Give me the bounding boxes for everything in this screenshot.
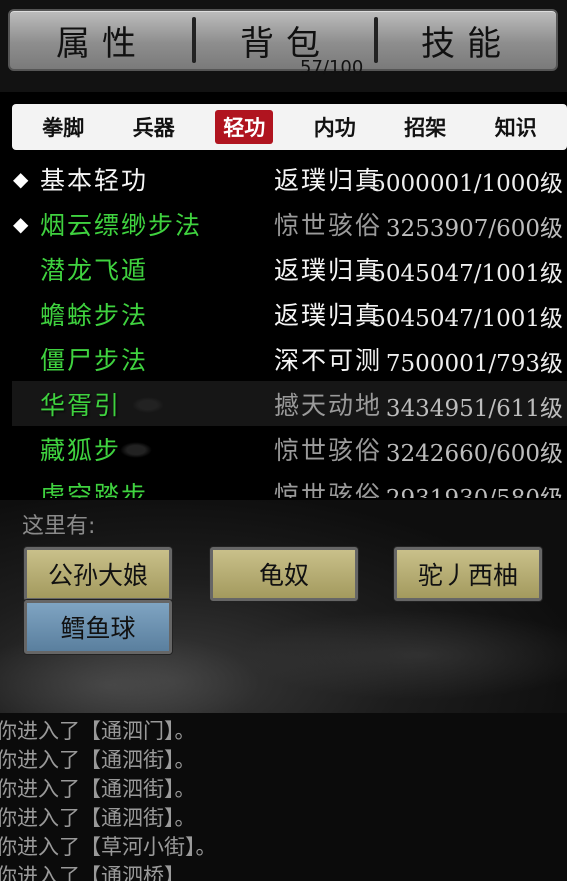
skill-category-bar: 拳脚 兵器 轻功 内功 招架 知识	[12, 104, 567, 150]
skill-level-name: 返璞归真	[274, 301, 383, 330]
category-weapon[interactable]: 兵器	[125, 110, 183, 144]
log-line: 你进入了【通泗街】。	[0, 806, 196, 830]
skill-row[interactable]: 虚空踏步 惊世骇俗 2931930/580级	[0, 471, 567, 498]
log-line: 你进入了【通泗门】。	[0, 719, 196, 743]
skill-progress: 3253907/600级	[385, 216, 563, 242]
skill-row-selected[interactable]: 华胥引 撼天动地 3434951/611级	[12, 381, 567, 426]
equipped-diamond-icon: ◆	[13, 212, 29, 236]
npc-button[interactable]: 驼丿西柚	[394, 547, 542, 601]
smoke-decoration	[240, 610, 567, 700]
skill-level-name: 惊世骇俗	[274, 211, 383, 240]
skill-level-name: 惊世骇俗	[274, 481, 383, 498]
skill-progress: 5000001/1000级	[371, 171, 563, 197]
category-knowledge[interactable]: 知识	[487, 110, 545, 144]
skill-level-name: 返璞归真	[274, 166, 383, 195]
player-button[interactable]: 鳕鱼球	[24, 600, 172, 654]
category-inner[interactable]: 内功	[306, 110, 364, 144]
npc-button[interactable]: 龟奴	[210, 547, 358, 601]
skill-name: 蟾蜍步法	[40, 301, 149, 330]
category-fist[interactable]: 拳脚	[34, 110, 92, 144]
skill-row[interactable]: 僵尸步法 深不可测 7500001/793级	[0, 336, 567, 381]
skill-level-name: 惊世骇俗	[274, 436, 383, 465]
log-line: 你进入了【通泗街】。	[0, 777, 196, 801]
skill-progress: 7500001/793级	[385, 351, 563, 377]
equipped-diamond-icon: ◆	[13, 167, 29, 191]
skill-name: 华胥引	[40, 391, 122, 420]
top-tab-bar: 属性 背包 57/100 技能	[0, 0, 567, 92]
bag-count: 57/100	[300, 57, 364, 78]
skill-name: 虚空踏步	[40, 481, 149, 498]
room-panel: 这里有: 公孙大娘 龟奴 驼丿西柚 鳕鱼球	[0, 500, 567, 713]
skill-row[interactable]: 藏狐步 惊世骇俗 3242660/600级	[0, 426, 567, 471]
tab-skills[interactable]: 技能	[378, 11, 556, 69]
name-shadow	[120, 442, 152, 458]
skill-level-name: 返璞归真	[274, 256, 383, 285]
skill-name: 烟云缥缈步法	[40, 211, 203, 240]
skill-row[interactable]: 潜龙飞遁 返璞归真 5045047/1001级	[0, 246, 567, 291]
category-lightness[interactable]: 轻功	[215, 110, 274, 144]
log-line: 你进入了【草河小街】。	[0, 835, 217, 859]
message-log[interactable]: 你进入了【通泗门】。 你进入了【通泗街】。 你进入了【通泗街】。 你进入了【通泗…	[0, 713, 567, 881]
skill-name: 潜龙飞遁	[40, 256, 149, 285]
log-line: 你进入了【通泗桥】	[0, 864, 185, 881]
skill-list: ◆ 基本轻功 返璞归真 5000001/1000级 ◆ 烟云缥缈步法 惊世骇俗 …	[0, 156, 567, 498]
category-parry[interactable]: 招架	[396, 110, 454, 144]
skill-name: 藏狐步	[40, 436, 122, 465]
tab-attributes[interactable]: 属性	[10, 11, 194, 69]
skill-row[interactable]: ◆ 基本轻功 返璞归真 5000001/1000级	[0, 156, 567, 201]
skill-progress: 3242660/600级	[385, 441, 563, 467]
log-line: 你进入了【通泗街】。	[0, 748, 196, 772]
skill-level-name: 深不可测	[274, 346, 383, 375]
name-shadow	[132, 397, 164, 413]
room-label: 这里有:	[22, 514, 96, 539]
skill-progress: 3434951/611级	[385, 396, 563, 422]
skill-name: 僵尸步法	[40, 346, 149, 375]
npc-button[interactable]: 公孙大娘	[24, 547, 172, 601]
skill-progress: 5045047/1001级	[371, 306, 563, 332]
skill-row[interactable]: 蟾蜍步法 返璞归真 5045047/1001级	[0, 291, 567, 336]
skill-row[interactable]: ◆ 烟云缥缈步法 惊世骇俗 3253907/600级	[0, 201, 567, 246]
skill-progress: 2931930/580级	[386, 479, 563, 498]
skill-level-name: 撼天动地	[274, 391, 383, 420]
skill-name: 基本轻功	[40, 166, 149, 195]
top-tab-frame: 属性 背包 57/100 技能	[8, 9, 558, 78]
skill-progress: 5045047/1001级	[371, 261, 563, 287]
